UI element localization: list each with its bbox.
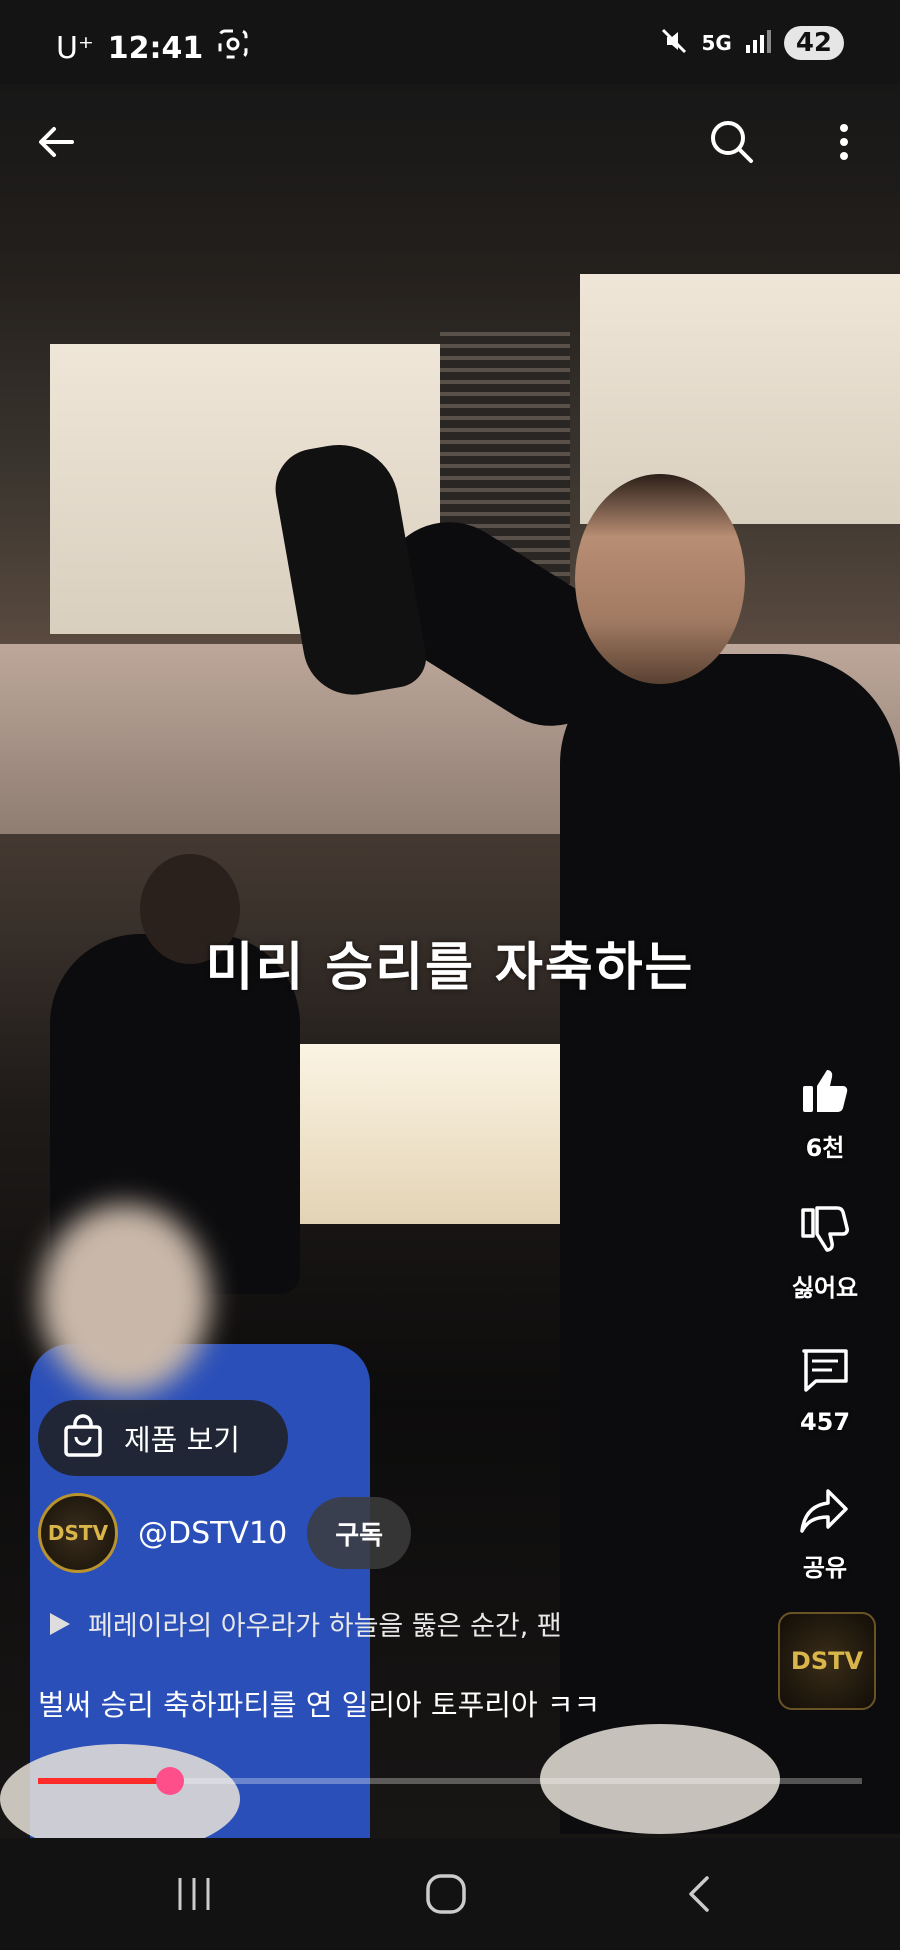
recent-apps-button[interactable] xyxy=(164,1872,224,1916)
video-caption: 미리 승리를 자축하는 xyxy=(205,938,695,998)
back-nav-button[interactable] xyxy=(670,1872,730,1916)
search-button[interactable] xyxy=(702,112,762,172)
battery-badge: 42 xyxy=(783,26,844,60)
more-options-button[interactable] xyxy=(814,112,874,172)
sound-thumbnail[interactable]: DSTV xyxy=(778,1612,876,1710)
carrier-label: U⁺ xyxy=(56,30,94,66)
comments-button[interactable]: 457 xyxy=(770,1340,880,1436)
recent-apps-icon xyxy=(178,1878,210,1910)
mute-icon xyxy=(659,26,689,60)
arrow-left-icon xyxy=(39,127,74,157)
shopping-bag-icon xyxy=(60,1413,106,1463)
scene-man-head xyxy=(575,474,745,684)
thumbs-down-icon xyxy=(801,1206,849,1252)
sound-text: 페레이라의 아우라가 하늘을 뚫은 순간, 팬 xyxy=(88,1611,562,1642)
status-left: U⁺ 12:41 xyxy=(56,28,249,68)
more-vertical-icon xyxy=(840,124,848,160)
subscribe-button[interactable]: 구독 xyxy=(307,1497,412,1569)
comment-count: 457 xyxy=(799,1408,851,1436)
progress-scrubber[interactable] xyxy=(155,1767,184,1795)
clock: 12:41 xyxy=(107,30,204,66)
dislike-label: 싫어요 xyxy=(791,1274,859,1302)
like-button[interactable]: 6천 xyxy=(770,1060,880,1163)
back-button[interactable] xyxy=(26,112,86,172)
system-nav-bar xyxy=(0,1838,900,1950)
status-right: 5G 42 xyxy=(659,26,844,60)
search-icon xyxy=(711,121,753,163)
view-products-label: 제품 보기 xyxy=(124,1423,240,1457)
thumbs-up-icon xyxy=(803,1070,848,1112)
channel-row: DSTV @DSTV10 구독 xyxy=(38,1493,412,1573)
subscribe-label: 구독 xyxy=(335,1520,384,1551)
network-label: 5G xyxy=(701,31,732,55)
like-count: 6천 xyxy=(805,1134,845,1162)
progress-fill xyxy=(38,1778,170,1784)
home-button[interactable] xyxy=(416,1872,476,1916)
video-title[interactable]: 벌써 승리 축하파티를 연 일리아 토푸리아 ㅋㅋ xyxy=(38,1682,600,1724)
dislike-button[interactable]: 싫어요 xyxy=(770,1200,880,1303)
channel-avatar[interactable]: DSTV xyxy=(38,1493,118,1573)
signal-icon xyxy=(744,27,772,59)
screen-record-icon xyxy=(217,28,249,68)
sound-row[interactable]: 페레이라의 아우라가 하늘을 뚫은 순간, 팬 xyxy=(44,1604,562,1643)
status-bar: U⁺ 12:41 5G 42 xyxy=(0,0,900,84)
comment-icon xyxy=(802,1349,848,1392)
home-icon xyxy=(426,1874,466,1914)
share-button[interactable]: 공유 xyxy=(770,1480,880,1583)
scene-blurred-head xyxy=(40,1204,210,1394)
play-icon xyxy=(50,1612,70,1635)
chevron-left-icon xyxy=(689,1876,709,1912)
sound-thumb-text: DSTV xyxy=(790,1647,864,1675)
channel-avatar-text: DSTV xyxy=(47,1521,109,1545)
share-icon xyxy=(800,1489,848,1533)
share-label: 공유 xyxy=(802,1554,848,1582)
view-products-button[interactable]: 제품 보기 xyxy=(38,1400,288,1476)
channel-handle[interactable]: @DSTV10 xyxy=(138,1516,287,1551)
top-bar xyxy=(0,84,900,196)
video-progress-bar[interactable] xyxy=(38,1767,862,1795)
